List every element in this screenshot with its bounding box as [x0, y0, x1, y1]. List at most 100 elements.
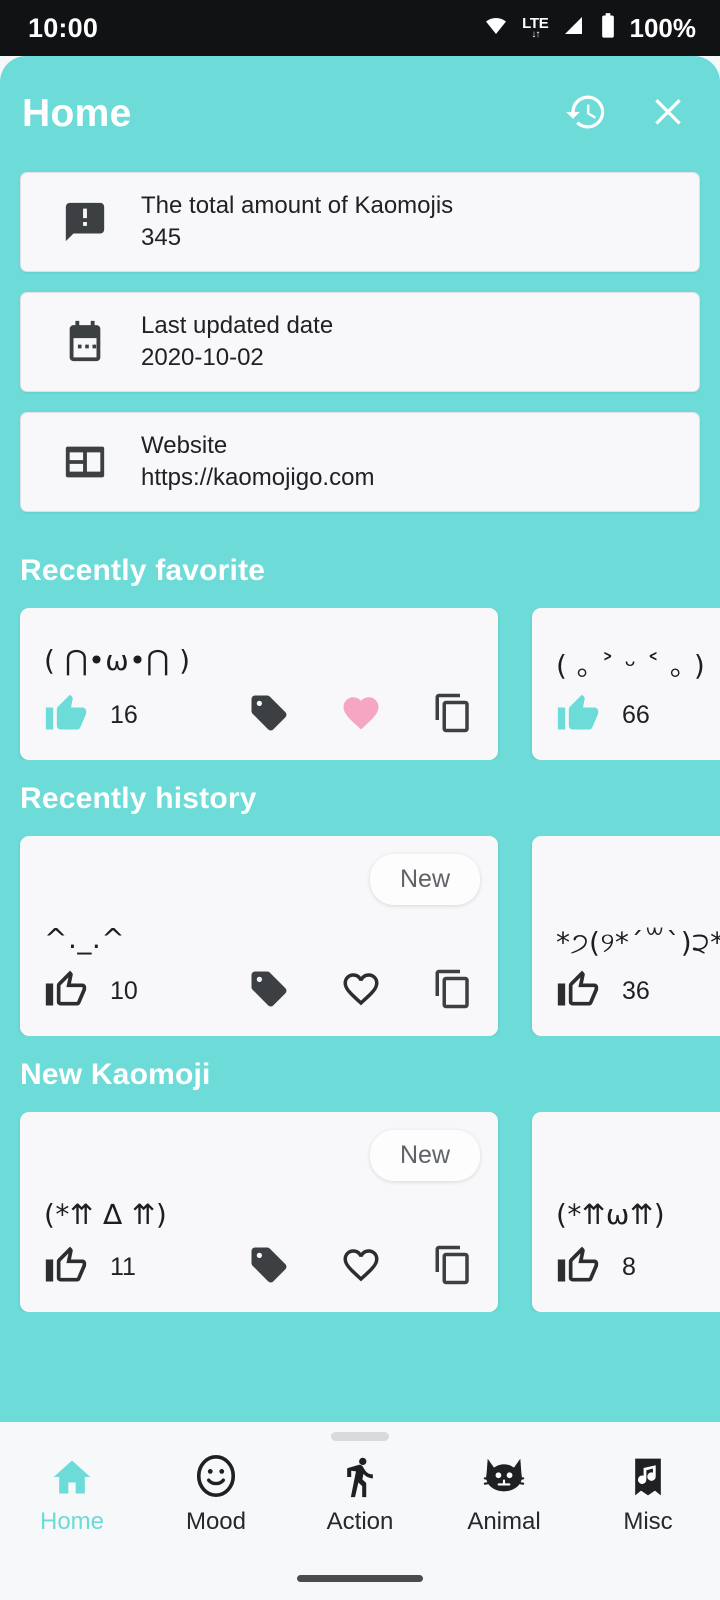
home-sheet: Home The total amount of Kaomojis 345 La… [0, 56, 720, 1422]
info-card[interactable]: Last updated date 2020-10-02 [20, 292, 700, 392]
misc-icon [626, 1451, 670, 1499]
like-button[interactable]: 8 [556, 1243, 636, 1292]
kaomoji-secondary-actions [248, 1244, 474, 1291]
history-button[interactable] [562, 90, 610, 138]
section-title: New Kaomoji [20, 1058, 211, 1091]
like-count: 16 [110, 701, 138, 729]
bottom-nav-items: Home Mood Action Animal Misc [0, 1441, 720, 1536]
info-card-label: Last updated date [141, 312, 334, 340]
lte-icon: LTE ↓↑ [522, 16, 549, 40]
like-button[interactable]: 66 [556, 691, 650, 740]
info-card[interactable]: The total amount of Kaomojis 345 [20, 172, 700, 272]
close-button[interactable] [644, 90, 692, 138]
info-card-list: The total amount of Kaomojis 345 Last upda… [0, 172, 720, 512]
section-title: Recently history [20, 782, 257, 815]
kaomoji-card[interactable]: (*⇈ω⇈) 8 [532, 1112, 720, 1312]
kaomoji-card-actions: 8 [556, 1243, 720, 1292]
section-title: Recently favorite [20, 554, 266, 587]
action-icon [338, 1451, 382, 1499]
kaomoji-card-actions: 36 [556, 967, 720, 1016]
calendar-icon [59, 319, 111, 365]
kaomoji-face: ( ｡ ˃ ᵕ ˂ ｡ ) [556, 649, 706, 682]
bottom-nav-item-home[interactable]: Home [5, 1451, 139, 1536]
kaomoji-card-row[interactable]: ( ⋂•ω•⋂ ) 16 ( ｡ ˃ ᵕ ˂ ｡ ) 66 [0, 608, 720, 760]
sheet-grabber[interactable] [331, 1432, 389, 1441]
info-card-value: 2020-10-02 [141, 344, 264, 371]
info-card-label: The total amount of Kaomojis [141, 192, 454, 220]
bottom-nav-label: Action [326, 1508, 394, 1535]
info-card-value: https://kaomojigo.com [141, 464, 375, 491]
kaomoji-card-actions: 10 [44, 967, 474, 1016]
bottom-navigation: Home Mood Action Animal Misc [0, 1422, 720, 1600]
bottom-nav-item-misc[interactable]: Misc [581, 1451, 715, 1536]
battery-percent: 100% [629, 12, 697, 43]
kaomoji-face: *੭(୨*´꒳`)੨* [556, 926, 720, 959]
kaomoji-card-row[interactable]: New ^._.^ 10 *੭(୨*´꒳`)੨* 36 [0, 836, 720, 1036]
kaomoji-card-actions: 16 [44, 691, 474, 740]
thumb-up-icon [556, 967, 600, 1016]
like-count: 11 [110, 1253, 136, 1281]
heart-icon[interactable] [340, 968, 382, 1015]
bottom-nav-item-mood[interactable]: Mood [149, 1451, 283, 1536]
copy-icon[interactable] [432, 692, 474, 739]
status-bar: 10:00 LTE ↓↑ 100% [0, 0, 720, 56]
like-count: 36 [622, 977, 650, 1005]
thumb-up-icon [44, 967, 88, 1016]
kaomoji-face: (*⇈ω⇈) [556, 1198, 666, 1231]
new-badge: New [369, 1130, 480, 1181]
kaomoji-card[interactable]: New (*⇈ ∆ ⇈) 11 [20, 1112, 498, 1312]
lte-arrows: ↓↑ [531, 29, 540, 40]
kaomoji-card[interactable]: ( ⋂•ω•⋂ ) 16 [20, 608, 498, 760]
bottom-nav-label: Animal [467, 1508, 541, 1535]
thumb-up-icon [556, 691, 600, 740]
kaomoji-face: ^._.^ [44, 922, 126, 955]
system-home-indicator [297, 1575, 423, 1582]
like-button[interactable]: 36 [556, 967, 650, 1016]
info-card[interactable]: Website https://kaomojigo.com [20, 412, 700, 512]
like-count: 66 [622, 701, 650, 729]
kaomoji-card[interactable]: ( ｡ ˃ ᵕ ˂ ｡ ) 66 [532, 608, 720, 760]
app-header: Home [0, 56, 720, 172]
kaomoji-card[interactable]: *੭(୨*´꒳`)੨* 36 [532, 836, 720, 1036]
info-card-text: The total amount of Kaomojis 345 [141, 190, 453, 254]
tag-icon[interactable] [248, 692, 290, 739]
header-actions [562, 90, 692, 138]
animal-icon [481, 1451, 527, 1499]
bottom-nav-label: Misc [623, 1508, 673, 1535]
like-button[interactable]: 10 [44, 967, 138, 1016]
app-root: 10:00 LTE ↓↑ 100% Home The total amount … [0, 0, 720, 1600]
status-bar-icons: LTE ↓↑ 100% [481, 12, 696, 45]
kaomoji-card[interactable]: New ^._.^ 10 [20, 836, 498, 1036]
signal-icon [560, 14, 588, 43]
bottom-nav-label: Home [39, 1508, 105, 1535]
page-title: Home [22, 92, 132, 135]
thumb-up-icon [44, 1243, 88, 1292]
tag-icon[interactable] [248, 968, 290, 1015]
copy-icon[interactable] [432, 1244, 474, 1291]
battery-icon [599, 12, 617, 45]
kaomoji-card-row[interactable]: New (*⇈ ∆ ⇈) 11 (*⇈ω⇈) 8 [0, 1112, 720, 1312]
thumb-up-icon [556, 1243, 600, 1292]
history-icon [564, 90, 608, 139]
close-icon [647, 91, 689, 138]
info-card-text: Website https://kaomojigo.com [141, 430, 374, 494]
tag-icon[interactable] [248, 1244, 290, 1291]
kaomoji-face: ( ⋂•ω•⋂ ) [44, 644, 191, 677]
like-button[interactable]: 11 [44, 1243, 136, 1292]
heart-icon[interactable] [340, 692, 382, 739]
bottom-nav-label: Mood [185, 1508, 247, 1535]
heart-icon[interactable] [340, 1244, 382, 1291]
copy-icon[interactable] [432, 968, 474, 1015]
like-button[interactable]: 16 [44, 691, 138, 740]
announcement-icon [59, 199, 111, 245]
bottom-nav-item-action[interactable]: Action [293, 1451, 427, 1536]
info-card-label: Website [141, 432, 228, 460]
wifi-icon [481, 14, 511, 43]
info-card-text: Last updated date 2020-10-02 [141, 310, 333, 374]
kaomoji-secondary-actions [248, 968, 474, 1015]
kaomoji-secondary-actions [248, 692, 474, 739]
like-count: 10 [110, 977, 138, 1005]
mood-icon [193, 1451, 239, 1499]
bottom-nav-item-animal[interactable]: Animal [437, 1451, 571, 1536]
like-count: 8 [622, 1253, 636, 1281]
